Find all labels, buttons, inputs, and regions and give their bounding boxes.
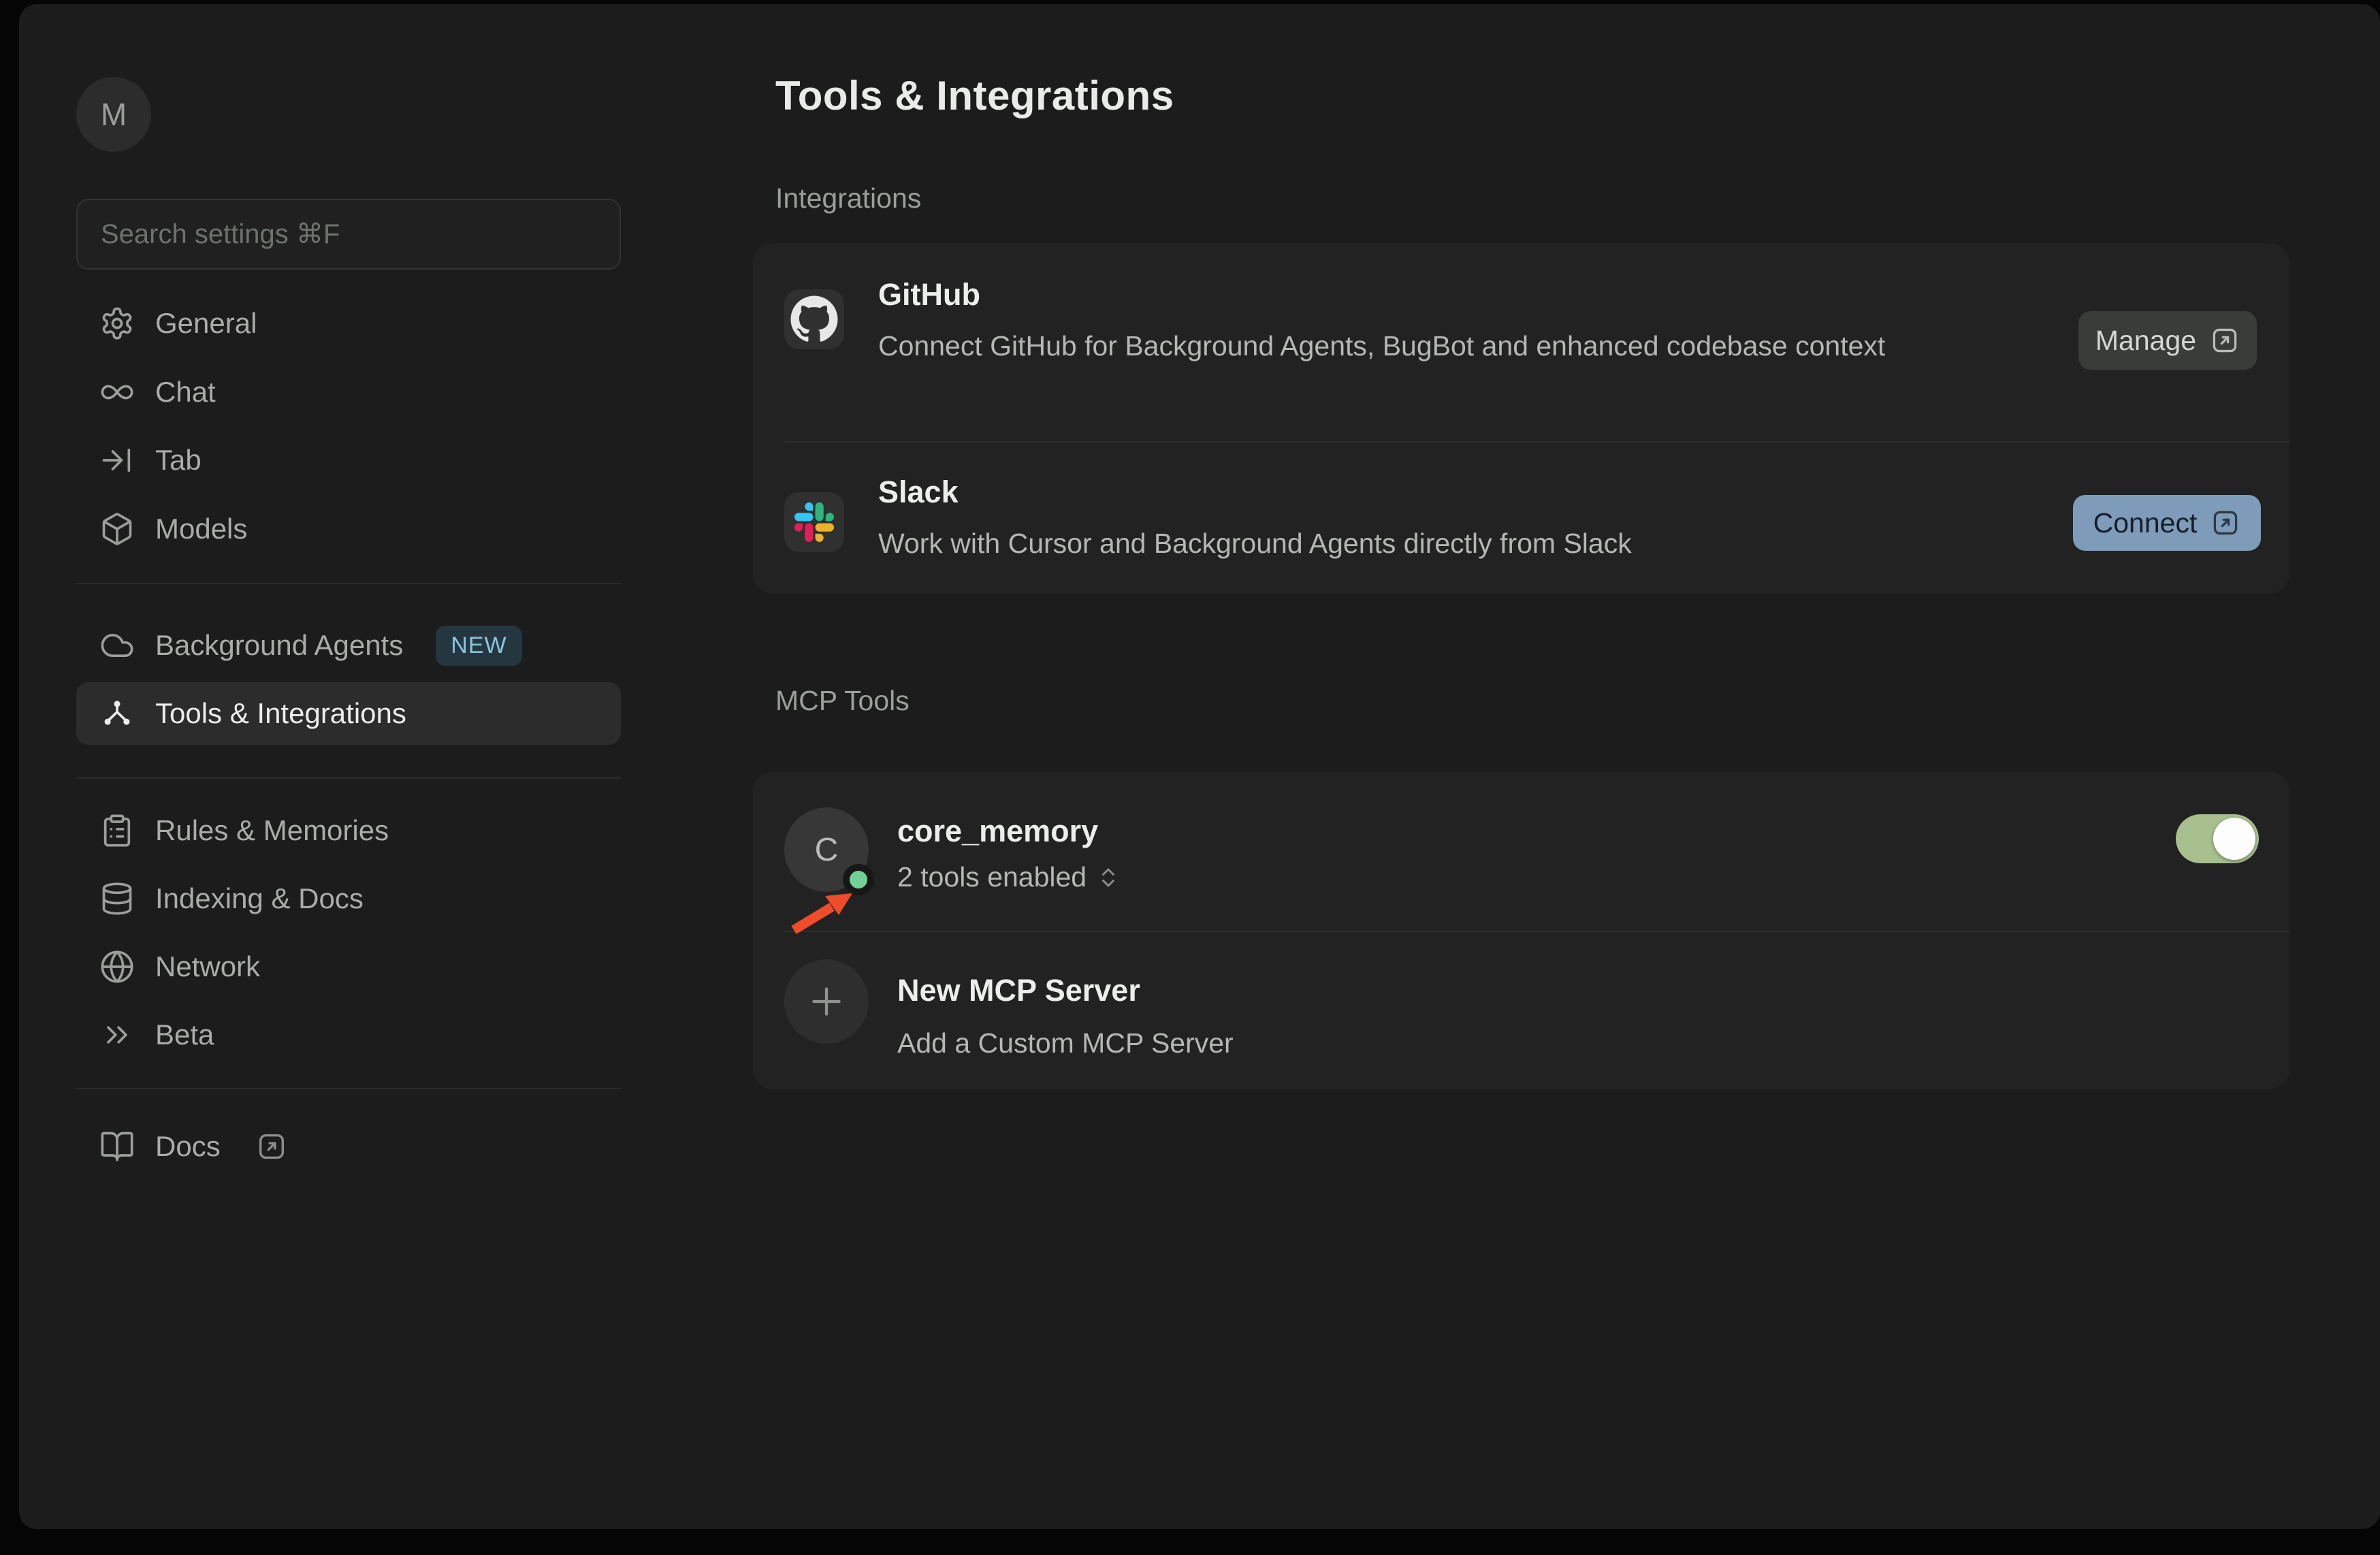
database-icon [99,881,135,916]
gear-icon [99,306,135,341]
globe-icon [99,949,135,984]
settings-search[interactable] [76,199,621,270]
sidebar-item-docs[interactable]: Docs [76,1112,621,1181]
cube-icon [99,511,135,547]
sidebar-item-indexing-docs[interactable]: Indexing & Docs [76,865,621,933]
card-divider [784,931,2289,932]
sidebar-item-tools-integrations[interactable]: Tools & Integrations [76,682,621,745]
sidebar-item-beta[interactable]: Beta [76,1001,621,1069]
integrations-card: GitHub Connect GitHub for Background Age… [753,243,2289,594]
connect-button-label: Connect [2093,507,2198,539]
sidebar-item-label: General [155,307,257,340]
toggle-knob [2213,818,2255,860]
book-open-icon [99,1129,135,1164]
avatar[interactable]: M [76,77,151,152]
external-link-icon [256,1131,287,1162]
page-title: Tools & Integrations [775,72,1174,119]
new-mcp-server-title: New MCP Server [897,973,1140,1008]
sidebar-item-tab[interactable]: Tab [76,426,621,494]
tools-enabled-label: 2 tools enabled [897,861,1087,893]
sidebar-item-label: Chat [155,376,216,408]
github-logo-icon [784,289,844,349]
sidebar-item-label: Network [155,950,260,983]
mcp-card: C core_memory 2 tools enabled New MCP Se… [753,771,2289,1089]
server-avatar-initial: C [815,831,839,869]
sidebar-item-label: Tools & Integrations [155,697,406,730]
sidebar-item-general[interactable]: General [76,289,621,357]
external-link-icon [2210,325,2240,355]
sidebar-item-label: Tab [155,444,202,477]
sidebar-item-models[interactable]: Models [76,495,621,563]
sidebar-divider [76,1088,621,1089]
chevrons-up-down-icon [1096,865,1121,890]
github-title: GitHub [878,277,980,312]
mcp-section-label: MCP Tools [775,685,910,717]
desktop-background: M General Chat Tab Models Background Age… [0,0,2380,1555]
new-mcp-server-description: Add a Custom MCP Server [897,1021,1234,1065]
sidebar-item-label: Background Agents [155,629,403,662]
chevrons-right-icon [99,1017,135,1053]
sidebar-item-label: Models [155,513,247,545]
plus-icon [784,959,869,1044]
sidebar-item-label: Rules & Memories [155,814,389,847]
sidebar-item-background-agents[interactable]: Background Agents NEW [76,611,621,679]
sidebar-item-chat[interactable]: Chat [76,358,621,426]
github-description: Connect GitHub for Background Agents, Bu… [878,323,2076,368]
avatar-initial: M [101,96,127,133]
search-input[interactable] [101,219,596,250]
sidebar-item-label: Docs [155,1130,221,1163]
slack-connect-button[interactable]: Connect [2073,495,2261,551]
sidebar-item-rules-memories[interactable]: Rules & Memories [76,797,621,865]
nodes-icon [99,696,135,731]
infinity-icon [99,374,135,410]
sidebar-item-network[interactable]: Network [76,933,621,1001]
cursor-settings-window: M General Chat Tab Models Background Age… [19,4,2380,1529]
github-manage-button[interactable]: Manage [2078,311,2257,370]
new-badge: NEW [436,626,521,666]
mcp-enable-toggle[interactable] [2176,814,2259,863]
sidebar-item-label: Beta [155,1019,214,1051]
arrow-to-line-icon [99,443,135,478]
clipboard-icon [99,813,135,848]
sidebar-divider [76,778,621,779]
slack-description: Work with Cursor and Background Agents d… [878,521,2172,566]
external-link-icon [2210,508,2240,538]
manage-button-label: Manage [2095,325,2196,357]
slack-logo-icon [784,492,844,552]
status-dot-green [843,864,874,895]
sidebar-divider [76,583,621,584]
cloud-icon [99,628,135,663]
integrations-section-label: Integrations [775,182,921,214]
mcp-tools-enabled[interactable]: 2 tools enabled [897,861,1121,893]
sidebar-item-label: Indexing & Docs [155,882,364,915]
slack-title: Slack [878,475,959,510]
card-divider [784,441,2289,443]
mcp-server-name: core_memory [897,814,1098,849]
